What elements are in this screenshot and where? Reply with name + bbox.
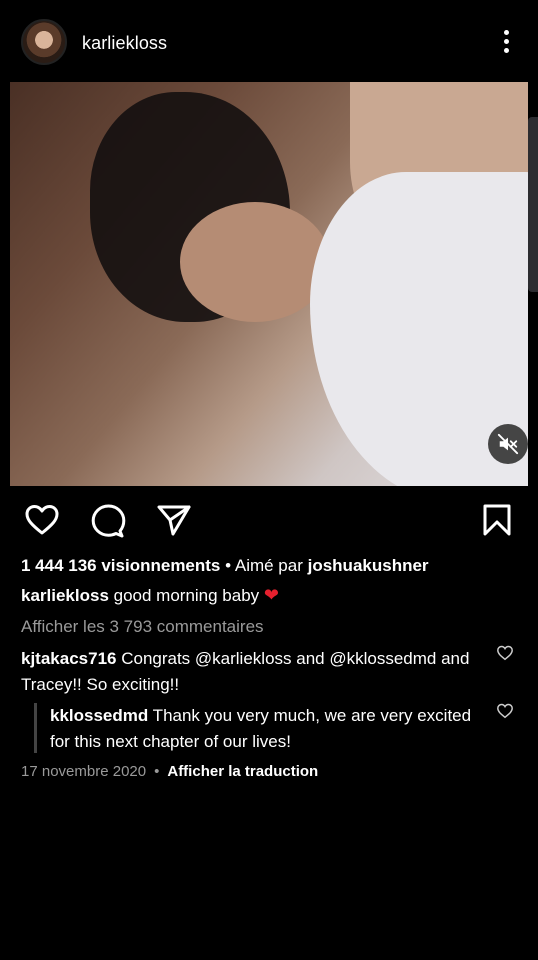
post-date: 17 novembre 2020	[21, 763, 147, 780]
comment-like-icon[interactable]	[496, 644, 514, 662]
volume-muted-icon	[497, 433, 519, 455]
views-count[interactable]: 1 444 136 visionnements	[21, 556, 220, 575]
comment-bubble-icon[interactable]	[90, 504, 126, 538]
liked-by-user[interactable]: joshuakushner	[308, 556, 429, 575]
reply-item: kklossedmd Thank you very much, we are v…	[50, 703, 480, 755]
meta-separator: •	[154, 763, 160, 780]
video-shape	[180, 202, 330, 322]
reply-username[interactable]: kklossedmd	[50, 706, 148, 725]
profile-avatar[interactable]	[21, 19, 67, 65]
translate-link[interactable]: Afficher la traduction	[167, 763, 318, 780]
post-media[interactable]	[0, 82, 538, 486]
liked-by-prefix: • Aimé par	[220, 556, 308, 575]
view-all-comments-link[interactable]: Afficher les 3 793 commentaires	[21, 617, 264, 637]
header-username[interactable]: karliekloss	[82, 33, 167, 54]
post-header: karliekloss	[0, 0, 538, 82]
reply-like-icon[interactable]	[496, 702, 514, 720]
paper-plane-icon[interactable]	[156, 504, 192, 536]
comment-item: kjtakacs716 Congrats @karliekloss and @k…	[21, 646, 481, 698]
caption: karliekloss good morning baby ❤	[21, 585, 279, 606]
bookmark-icon[interactable]	[482, 503, 512, 537]
edge-panel-handle[interactable]	[528, 117, 538, 292]
red-heart-emoji: ❤	[263, 585, 279, 605]
comment-username[interactable]: kjtakacs716	[21, 649, 116, 668]
post-meta: 17 novembre 2020 • Afficher la traduction	[21, 763, 318, 780]
views-line: 1 444 136 visionnements • Aimé par joshu…	[21, 556, 429, 576]
action-bar	[0, 500, 538, 540]
mute-button[interactable]	[488, 424, 528, 464]
more-vertical-icon[interactable]	[496, 28, 516, 56]
post-video[interactable]	[10, 82, 528, 486]
caption-username[interactable]: karliekloss	[21, 586, 109, 605]
heart-outline-icon[interactable]	[24, 504, 60, 536]
reply-thread-line	[34, 703, 37, 753]
caption-text: good morning baby	[108, 586, 264, 605]
